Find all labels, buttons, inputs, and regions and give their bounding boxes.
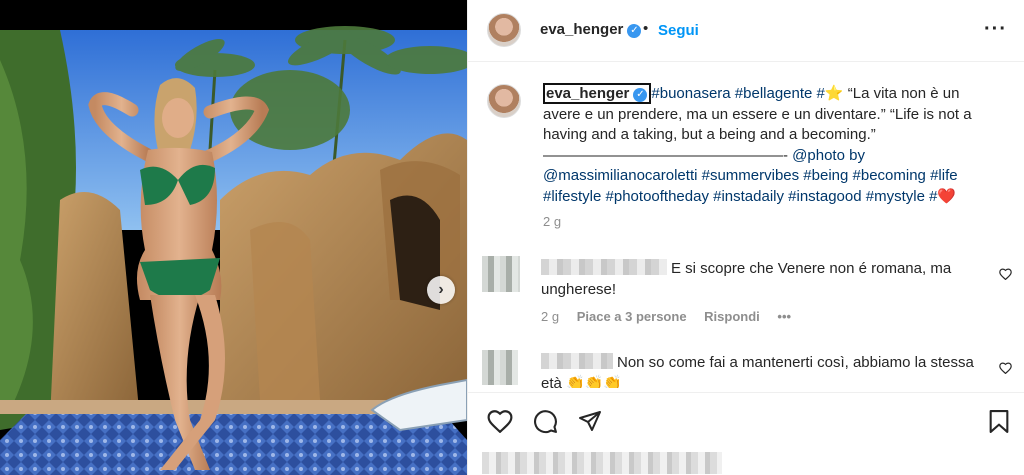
caption-verified-icon: ✓ <box>633 88 648 102</box>
post-photo[interactable]: › <box>0 0 467 475</box>
photo-image <box>0 0 467 475</box>
commenter-username[interactable] <box>541 353 613 369</box>
author-username[interactable]: eva_henger <box>540 21 623 38</box>
post-action-bar <box>468 392 1024 452</box>
post-header: eva_henger ✓ • Segui ··· <box>468 0 1024 62</box>
verified-badge-icon: ✓ <box>627 24 642 38</box>
chevron-right-icon: › <box>438 281 444 298</box>
comment-likes[interactable]: Piace a 3 persone <box>577 309 687 324</box>
caption-username[interactable]: eva_henger ✓ <box>543 83 652 104</box>
heart-emoji: ❤️ <box>937 187 957 205</box>
clap-emojis: 👏👏👏 <box>566 375 623 388</box>
author-name-row: eva_henger ✓ <box>540 21 642 38</box>
follow-button[interactable]: Segui <box>658 22 699 39</box>
share-paper-plane-icon[interactable] <box>578 409 602 433</box>
caption-hashtags-1[interactable]: #buonasera #bellagente # <box>651 85 824 102</box>
like-heart-icon[interactable] <box>487 409 513 433</box>
next-photo-button[interactable]: › <box>427 276 455 304</box>
commenter-username[interactable] <box>541 259 667 275</box>
save-bookmark-icon[interactable] <box>988 409 1010 434</box>
commenter-avatar[interactable] <box>482 256 520 292</box>
caption-avatar[interactable] <box>487 84 521 118</box>
comment-body: Non so come fai a mantenerti così, abbia… <box>541 352 986 388</box>
comment-meta: 2 g Piace a 3 persone Rispondi ••• <box>541 309 805 324</box>
more-options-icon[interactable]: ··· <box>984 18 1007 41</box>
reply-button[interactable]: Rispondi <box>704 309 760 324</box>
caption-age[interactable]: 2 g <box>543 212 993 233</box>
star-emoji: ⭐ <box>824 85 844 102</box>
commenter-avatar[interactable] <box>482 350 518 385</box>
author-avatar[interactable] <box>487 13 521 47</box>
caption-username-text[interactable]: eva_henger <box>546 85 629 102</box>
comment-more-icon[interactable]: ••• <box>777 309 791 324</box>
header-separator: • <box>643 20 649 37</box>
comment-age[interactable]: 2 g <box>541 309 559 324</box>
likes-count-blurred[interactable] <box>482 452 722 474</box>
comment-body: E si scopre che Venere non é romana, ma … <box>541 258 986 300</box>
post-side-panel: eva_henger ✓ • Segui ··· eva_henger ✓ #buon… <box>467 0 1024 475</box>
like-comment-heart-icon[interactable] <box>999 268 1012 280</box>
like-comment-heart-icon[interactable] <box>999 362 1012 374</box>
comment-bubble-icon[interactable] <box>533 409 558 434</box>
post-caption: eva_henger ✓ #buonasera #bellagente #⭐ “La… <box>543 83 993 233</box>
